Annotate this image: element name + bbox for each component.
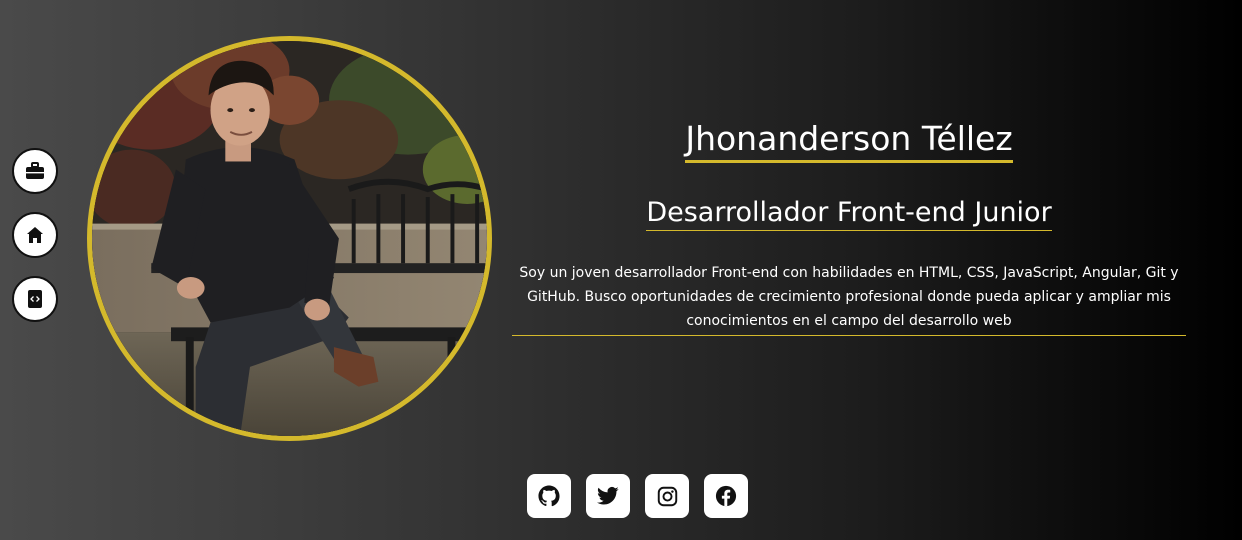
profile-photo xyxy=(87,36,492,441)
code-file-icon xyxy=(28,290,42,308)
nav-home-button[interactable] xyxy=(12,212,58,258)
twitter-link[interactable] xyxy=(586,474,630,518)
github-link[interactable] xyxy=(527,474,571,518)
facebook-icon xyxy=(715,485,737,507)
twitter-icon xyxy=(597,486,619,505)
profile-name: Jhonanderson Téllez xyxy=(685,120,1013,163)
briefcase-icon xyxy=(26,162,44,179)
facebook-link[interactable] xyxy=(704,474,748,518)
social-links xyxy=(527,474,748,518)
home-icon xyxy=(27,227,43,243)
profile-role: Desarrollador Front-end Junior xyxy=(646,197,1052,231)
profile-photo-illustration xyxy=(92,41,487,436)
intro-section: Jhonanderson Téllez Desarrollador Front-… xyxy=(512,108,1186,336)
instagram-link[interactable] xyxy=(645,474,689,518)
side-nav xyxy=(12,148,58,322)
profile-bio: Soy un joven desarrollador Front-end con… xyxy=(512,261,1186,336)
nav-portfolio-button[interactable] xyxy=(12,148,58,194)
instagram-icon xyxy=(657,486,677,506)
nav-projects-button[interactable] xyxy=(12,276,58,322)
github-icon xyxy=(538,485,560,507)
